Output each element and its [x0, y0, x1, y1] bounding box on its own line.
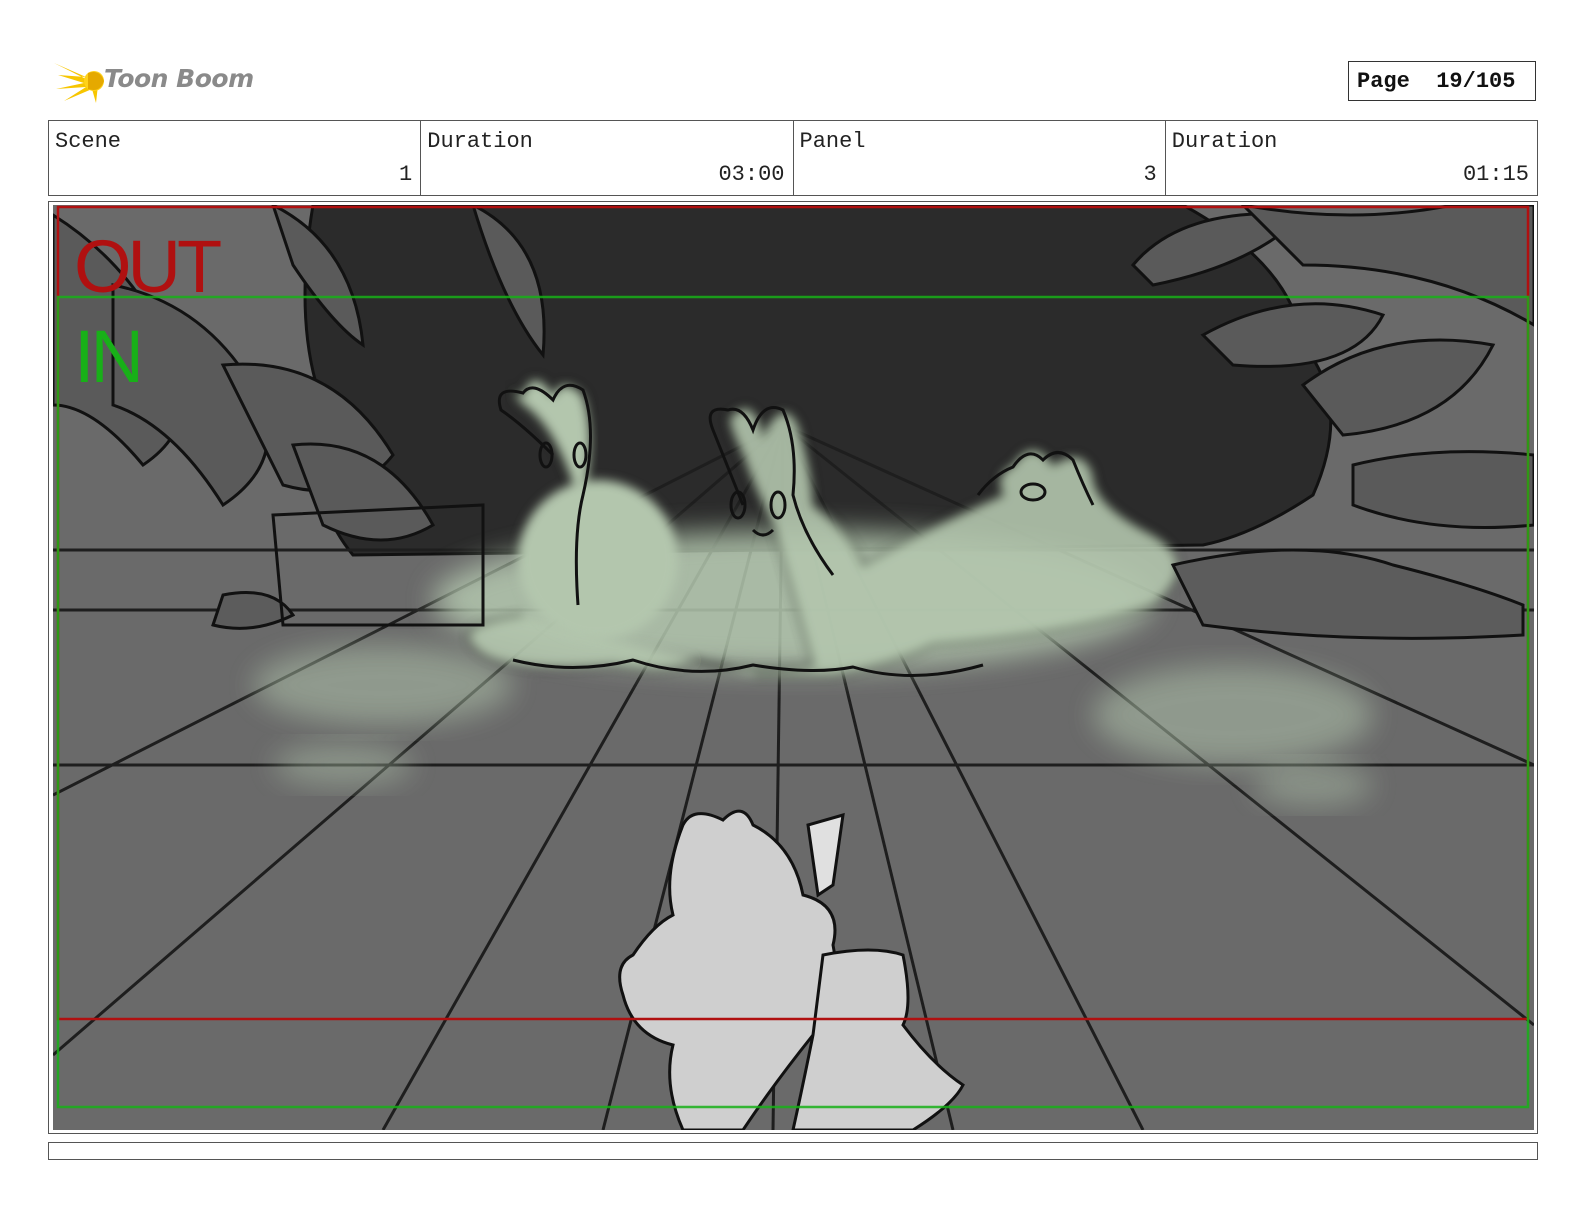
scene-duration-value: 03:00 — [718, 162, 785, 187]
storyboard-panel-drawing — [53, 205, 1534, 1130]
panel-cell: Panel 3 — [794, 121, 1166, 195]
caption-bar — [48, 1142, 1538, 1160]
scene-duration-cell: Duration 03:00 — [421, 121, 794, 195]
starburst-logo-icon — [54, 63, 104, 103]
page-number: 19/105 — [1436, 68, 1516, 94]
panel-duration-value: 01:15 — [1462, 162, 1529, 187]
panel-duration-cell: Duration 01:15 — [1166, 121, 1537, 195]
page-indicator: Page 19/105 — [1348, 61, 1536, 101]
scene-label: Scene — [55, 129, 122, 154]
out-frame-label: OUT — [74, 225, 222, 308]
scene-value: 1 — [399, 162, 413, 187]
in-frame-label: IN — [74, 315, 144, 398]
page-label: Page — [1357, 68, 1410, 94]
scene-duration-label: Duration — [427, 129, 533, 154]
panel-label: Panel — [799, 129, 866, 154]
panel-duration-label: Duration — [1171, 129, 1278, 154]
scene-cell: Scene 1 — [49, 121, 422, 195]
brand-name: Toon Boom — [104, 64, 254, 93]
panel-info-row: Scene 1 Duration 03:00 Panel 3 Duration … — [48, 120, 1538, 196]
panel-value: 3 — [1143, 162, 1157, 187]
